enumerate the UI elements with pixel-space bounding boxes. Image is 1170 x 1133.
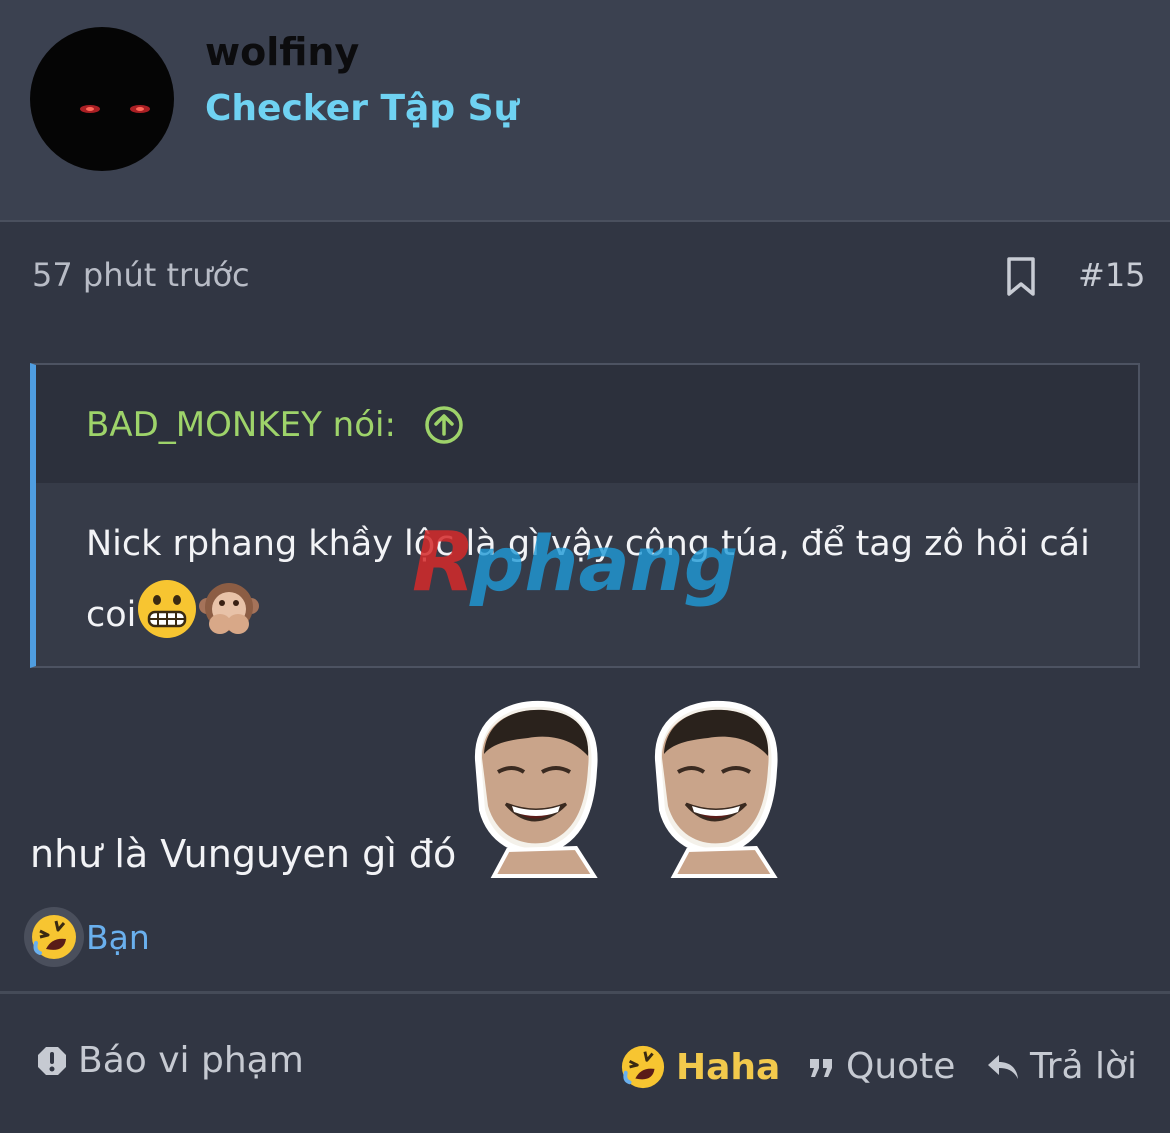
quote-icon (810, 1058, 832, 1077)
quote-label: Quote (846, 1046, 956, 1087)
grimacing-face-emoji-icon (136, 578, 198, 640)
user-title: Checker Tập Sự (205, 88, 520, 129)
quote-button[interactable]: Quote (808, 1046, 955, 1087)
speak-no-evil-monkey-emoji-icon (198, 578, 260, 640)
reply-button[interactable]: Trả lời (986, 1046, 1137, 1087)
post-message: như là Vunguyen gì đó (30, 832, 457, 876)
quote-body: Nick rphang khầy lộc là gì vậy công túa,… (86, 510, 1096, 649)
bookmark-icon[interactable] (1004, 256, 1038, 298)
quote-block: BAD_MONKEY nói: Nick rphang khầy lộc là … (30, 363, 1140, 668)
quote-header: BAD_MONKEY nói: (36, 365, 1138, 483)
reply-icon (988, 1054, 1018, 1079)
divider (0, 991, 1170, 994)
post-header: wolfiny Checker Tập Sự (0, 0, 1170, 222)
haha-reaction-button[interactable]: Haha (620, 1044, 780, 1090)
reaction-summary[interactable]: Bạn (24, 906, 150, 968)
post-time[interactable]: 57 phút trước (32, 256, 250, 294)
haha-label: Haha (676, 1046, 781, 1088)
report-icon (38, 1046, 66, 1075)
laughing-face-sticker (648, 700, 798, 880)
report-label: Báo vi phạm (78, 1040, 304, 1081)
laughing-face-sticker (468, 700, 618, 880)
avatar[interactable] (30, 27, 174, 171)
report-button[interactable]: Báo vi phạm (36, 1040, 304, 1081)
reaction-users[interactable]: Bạn (86, 918, 150, 957)
username[interactable]: wolfiny (205, 30, 359, 74)
quote-author[interactable]: BAD_MONKEY nói: (86, 405, 396, 445)
post-number[interactable]: #15 (1078, 256, 1146, 294)
arrow-up-circle-icon[interactable] (424, 405, 464, 445)
rolling-laughing-emoji-icon (621, 1045, 665, 1089)
rolling-laughing-emoji-icon (24, 907, 84, 967)
reply-label: Trả lời (1030, 1046, 1138, 1087)
